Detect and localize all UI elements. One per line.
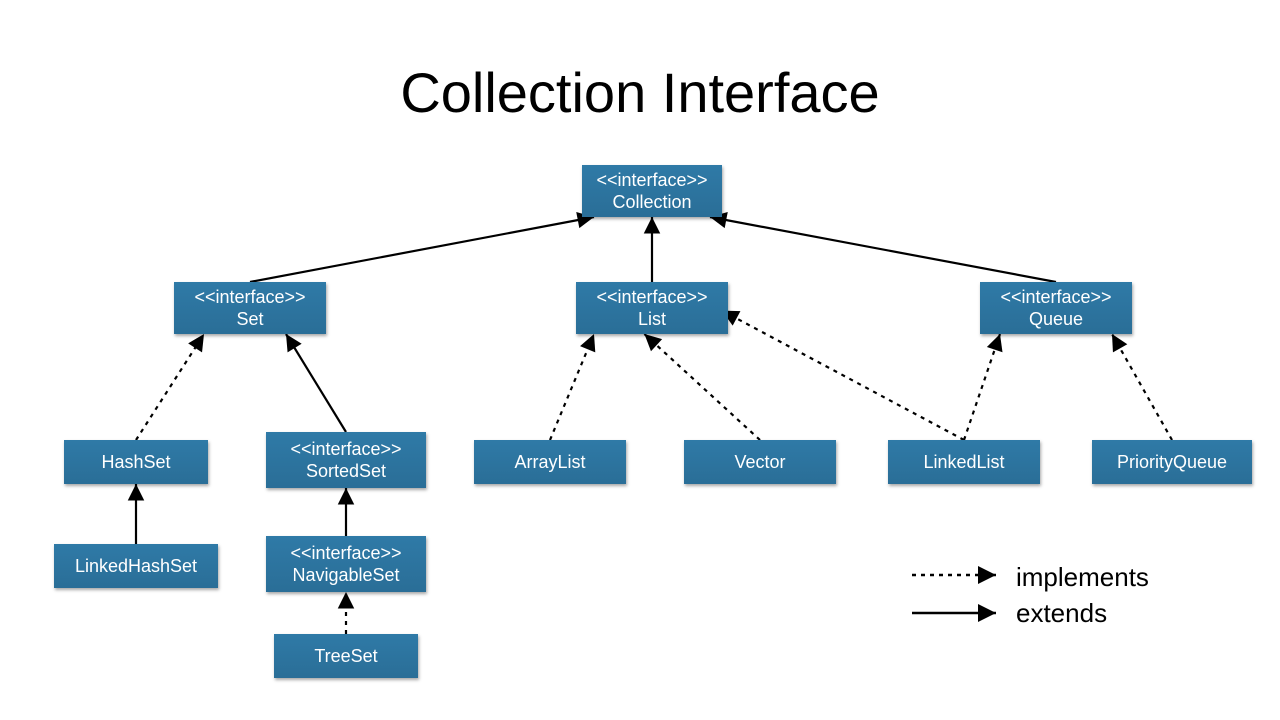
- node-treeset: TreeSet: [274, 634, 418, 678]
- stereotype-label: <<interface>>: [596, 169, 707, 192]
- node-label: PriorityQueue: [1117, 451, 1227, 474]
- node-label: Queue: [1029, 308, 1083, 331]
- node-label: LinkedHashSet: [75, 555, 197, 578]
- node-label: Vector: [734, 451, 785, 474]
- node-linkedlist: LinkedList: [888, 440, 1040, 484]
- node-label: Set: [236, 308, 263, 331]
- node-label: Collection: [612, 191, 691, 214]
- edge-priorityqueue-to-queue: [1112, 334, 1172, 440]
- diagram-stage: { "title": "Collection Interface", "colo…: [0, 0, 1280, 720]
- node-label: SortedSet: [306, 460, 386, 483]
- edge-linkedlist-to-queue: [964, 334, 1000, 440]
- node-navigableset: <<interface>>NavigableSet: [266, 536, 426, 592]
- node-label: HashSet: [101, 451, 170, 474]
- edge-arraylist-to-list: [550, 334, 594, 440]
- node-priorityqueue: PriorityQueue: [1092, 440, 1252, 484]
- node-set: <<interface>>Set: [174, 282, 326, 334]
- node-label: LinkedList: [923, 451, 1004, 474]
- node-label: ArrayList: [514, 451, 585, 474]
- node-label: List: [638, 308, 666, 331]
- stereotype-label: <<interface>>: [194, 286, 305, 309]
- node-queue: <<interface>>Queue: [980, 282, 1132, 334]
- diagram-title: Collection Interface: [0, 60, 1280, 125]
- node-linkedhashset: LinkedHashSet: [54, 544, 218, 588]
- legend-implements-label: implements: [1016, 562, 1149, 593]
- edge-set-to-collection: [250, 217, 594, 282]
- stereotype-label: <<interface>>: [596, 286, 707, 309]
- node-hashset: HashSet: [64, 440, 208, 484]
- node-sortedset: <<interface>>SortedSet: [266, 432, 426, 488]
- node-arraylist: ArrayList: [474, 440, 626, 484]
- edge-hashset-to-set: [136, 334, 204, 440]
- stereotype-label: <<interface>>: [290, 542, 401, 565]
- edge-sortedset-to-set: [286, 334, 346, 432]
- node-list: <<interface>>List: [576, 282, 728, 334]
- edge-vector-to-list: [644, 334, 760, 440]
- legend-extends-label: extends: [1016, 598, 1107, 629]
- node-collection: <<interface>>Collection: [582, 165, 722, 217]
- node-label: TreeSet: [314, 645, 377, 668]
- edge-queue-to-collection: [710, 217, 1056, 282]
- stereotype-label: <<interface>>: [1000, 286, 1111, 309]
- node-vector: Vector: [684, 440, 836, 484]
- stereotype-label: <<interface>>: [290, 438, 401, 461]
- edge-linkedlist-to-list: [722, 311, 964, 440]
- node-label: NavigableSet: [292, 564, 399, 587]
